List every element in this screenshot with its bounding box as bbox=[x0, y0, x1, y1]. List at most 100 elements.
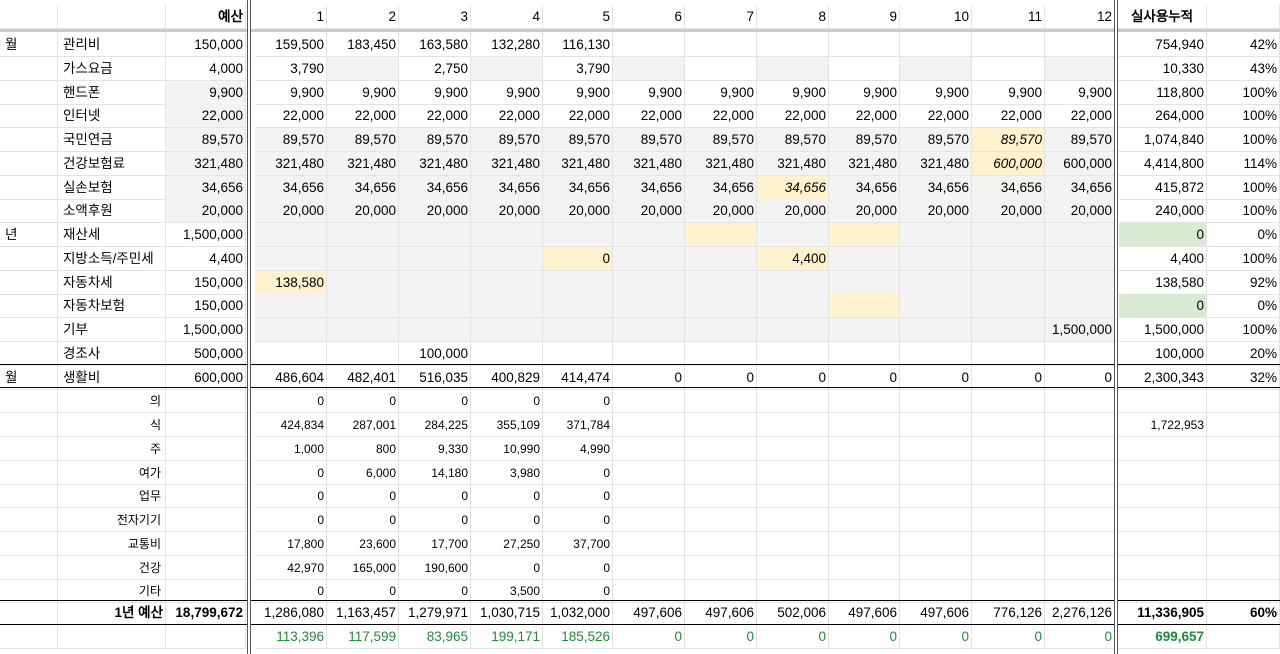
row-percent[interactable]: 42% bbox=[1207, 33, 1280, 57]
header-accum[interactable]: 실사용누적 bbox=[1119, 5, 1207, 29]
month-cell[interactable] bbox=[972, 556, 1045, 580]
month-cell[interactable] bbox=[255, 294, 327, 318]
month-cell[interactable]: 0 bbox=[471, 556, 543, 580]
month-cell[interactable]: 34,656 bbox=[972, 176, 1045, 200]
header-month-9[interactable]: 9 bbox=[829, 5, 900, 29]
month-cell[interactable] bbox=[757, 508, 829, 532]
diff-month-cell[interactable]: 0 bbox=[972, 625, 1045, 649]
diff-month-cell[interactable]: 83,965 bbox=[399, 625, 471, 649]
month-cell[interactable]: 34,656 bbox=[900, 176, 972, 200]
header-month-6[interactable]: 6 bbox=[613, 5, 685, 29]
month-cell[interactable] bbox=[757, 461, 829, 485]
month-cell[interactable]: 0 bbox=[471, 389, 543, 413]
diff-month-cell[interactable]: 0 bbox=[1045, 625, 1115, 649]
row-percent[interactable] bbox=[1207, 532, 1280, 556]
diff-budget-blank[interactable] bbox=[166, 625, 246, 649]
month-cell[interactable]: 22,000 bbox=[900, 104, 972, 128]
row-percent[interactable]: 0% bbox=[1207, 294, 1280, 318]
month-cell[interactable] bbox=[829, 508, 900, 532]
month-cell[interactable]: 284,225 bbox=[399, 413, 471, 437]
month-cell[interactable] bbox=[255, 318, 327, 342]
diff-blank[interactable] bbox=[58, 625, 166, 649]
month-cell[interactable]: 321,480 bbox=[829, 152, 900, 176]
row-budget[interactable] bbox=[166, 413, 246, 437]
month-cell[interactable]: 9,900 bbox=[900, 81, 972, 105]
month-cell[interactable]: 0 bbox=[327, 484, 399, 508]
row-label[interactable]: 핸드폰 bbox=[58, 81, 166, 105]
month-cell[interactable]: 0 bbox=[255, 461, 327, 485]
month-cell[interactable] bbox=[685, 33, 757, 57]
month-cell[interactable] bbox=[613, 508, 685, 532]
month-cell[interactable]: 9,900 bbox=[327, 81, 399, 105]
month-cell[interactable]: 321,480 bbox=[255, 152, 327, 176]
month-cell[interactable] bbox=[685, 461, 757, 485]
summary-total[interactable]: 11,336,905 bbox=[1119, 601, 1207, 625]
month-cell[interactable]: 321,480 bbox=[399, 152, 471, 176]
month-cell[interactable] bbox=[685, 389, 757, 413]
month-cell[interactable] bbox=[1045, 413, 1115, 437]
month-cell[interactable]: 27,250 bbox=[471, 532, 543, 556]
month-cell[interactable] bbox=[255, 223, 327, 247]
row-label[interactable]: 자동차보험 bbox=[58, 294, 166, 318]
row-group-cell[interactable] bbox=[0, 271, 58, 295]
month-cell[interactable]: 89,570 bbox=[757, 128, 829, 152]
month-cell[interactable] bbox=[471, 223, 543, 247]
month-cell[interactable] bbox=[399, 247, 471, 271]
month-cell[interactable]: 0 bbox=[327, 508, 399, 532]
row-label[interactable]: 관리비 bbox=[58, 33, 166, 57]
month-cell[interactable]: 321,480 bbox=[543, 152, 613, 176]
month-cell[interactable]: 22,000 bbox=[757, 104, 829, 128]
month-cell[interactable]: 22,000 bbox=[471, 104, 543, 128]
header-month-10[interactable]: 10 bbox=[900, 5, 972, 29]
row-label[interactable]: 건강보험료 bbox=[58, 152, 166, 176]
month-cell[interactable]: 0 bbox=[471, 508, 543, 532]
row-percent[interactable] bbox=[1207, 556, 1280, 580]
row-group-cell[interactable] bbox=[0, 556, 58, 580]
month-cell[interactable] bbox=[900, 556, 972, 580]
header-month-3[interactable]: 3 bbox=[399, 5, 471, 29]
diff-pct-blank[interactable] bbox=[1207, 625, 1280, 649]
month-cell[interactable] bbox=[399, 294, 471, 318]
diff-month-cell[interactable]: 185,526 bbox=[543, 625, 613, 649]
month-cell[interactable] bbox=[757, 532, 829, 556]
diff-month-cell[interactable]: 0 bbox=[757, 625, 829, 649]
month-cell[interactable] bbox=[543, 294, 613, 318]
month-cell[interactable]: 89,570 bbox=[327, 128, 399, 152]
month-cell[interactable]: 20,000 bbox=[685, 199, 757, 223]
row-percent[interactable]: 114% bbox=[1207, 152, 1280, 176]
summary-month-cell[interactable]: 1,030,715 bbox=[471, 601, 543, 625]
month-cell[interactable] bbox=[757, 223, 829, 247]
month-cell[interactable] bbox=[900, 461, 972, 485]
row-group-cell[interactable] bbox=[0, 57, 58, 81]
month-cell[interactable]: 800 bbox=[327, 437, 399, 461]
row-group-cell[interactable]: 월 bbox=[0, 33, 58, 57]
month-cell[interactable]: 20,000 bbox=[327, 199, 399, 223]
month-cell[interactable] bbox=[255, 342, 327, 366]
month-cell[interactable] bbox=[543, 271, 613, 295]
month-cell[interactable] bbox=[685, 223, 757, 247]
month-cell[interactable]: 20,000 bbox=[972, 199, 1045, 223]
month-cell[interactable] bbox=[900, 437, 972, 461]
month-cell[interactable]: 22,000 bbox=[399, 104, 471, 128]
month-cell[interactable]: 34,656 bbox=[327, 176, 399, 200]
month-cell[interactable] bbox=[1045, 508, 1115, 532]
month-cell[interactable]: 4,400 bbox=[757, 247, 829, 271]
row-percent[interactable]: 100% bbox=[1207, 104, 1280, 128]
diff-month-cell[interactable]: 0 bbox=[613, 625, 685, 649]
month-cell[interactable]: 424,834 bbox=[255, 413, 327, 437]
month-cell[interactable] bbox=[757, 318, 829, 342]
header-month-4[interactable]: 4 bbox=[471, 5, 543, 29]
sub-label[interactable]: 전자기기 bbox=[58, 508, 166, 532]
row-total[interactable]: 4,400 bbox=[1119, 247, 1207, 271]
month-cell[interactable]: 371,784 bbox=[543, 413, 613, 437]
row-total[interactable] bbox=[1119, 389, 1207, 413]
month-cell[interactable] bbox=[613, 57, 685, 81]
month-cell[interactable]: 321,480 bbox=[613, 152, 685, 176]
row-percent[interactable] bbox=[1207, 389, 1280, 413]
month-cell[interactable] bbox=[471, 318, 543, 342]
row-group-cell[interactable] bbox=[0, 128, 58, 152]
row-budget[interactable]: 500,000 bbox=[166, 342, 246, 366]
row-budget[interactable]: 4,400 bbox=[166, 247, 246, 271]
header-month-8[interactable]: 8 bbox=[757, 5, 829, 29]
row-label[interactable]: 재산세 bbox=[58, 223, 166, 247]
